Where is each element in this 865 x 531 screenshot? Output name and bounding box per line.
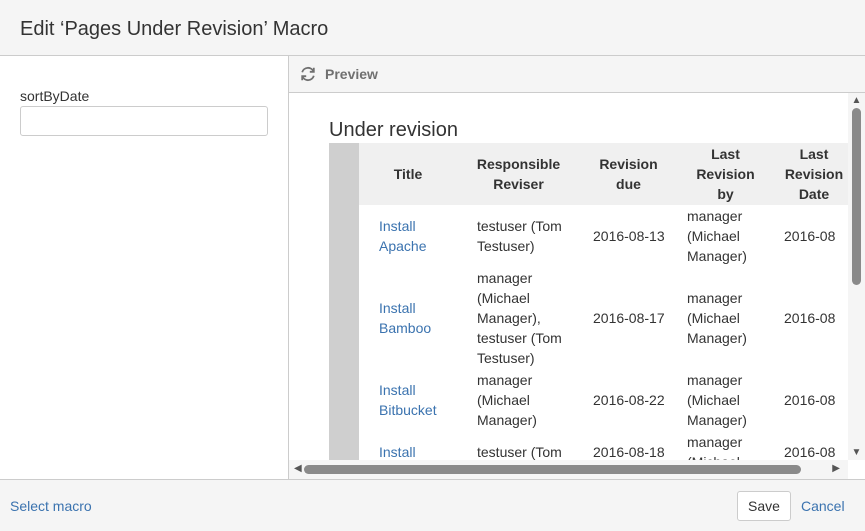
scroll-up-icon[interactable]: ▲ <box>851 95 862 106</box>
revision-due-cell: 2016-08-17 <box>593 310 665 326</box>
save-button[interactable]: Save <box>737 491 791 521</box>
table-row: Install testuser (Tom 2016-08-18 manager… <box>359 431 848 460</box>
scroll-down-icon[interactable]: ▼ <box>851 447 862 458</box>
last-revision-date-cell: 2016-08 <box>784 310 836 326</box>
dialog-title: Edit ‘Pages Under Revision’ Macro <box>20 18 329 40</box>
dialog-footer: Select macro Save Cancel <box>0 479 865 531</box>
table-row: Install Bitbucket manager (Michael Manag… <box>359 369 848 431</box>
header-last-revision-by[interactable]: Last Revision by <box>677 143 774 205</box>
last-revision-date-cell: 2016-08 <box>784 392 836 408</box>
parameters-panel: sortByDate <box>0 56 289 479</box>
vertical-scroll-thumb[interactable] <box>852 108 861 285</box>
revision-table: Title Responsible Reviser Revision due L… <box>359 143 848 460</box>
horizontal-scroll-thumb[interactable] <box>304 465 801 474</box>
preview-bar: Preview <box>289 56 865 93</box>
preview-content: Under revision Title Responsible Reviser… <box>289 93 848 460</box>
revision-due-cell: 2016-08-22 <box>593 392 665 408</box>
cancel-link[interactable]: Cancel <box>801 498 845 514</box>
table-row: Install Bamboo manager (Michael Manager)… <box>359 267 848 369</box>
scroll-right-icon[interactable]: ▶ <box>832 463 840 474</box>
last-revision-date-cell: 2016-08 <box>784 228 836 244</box>
last-revision-date-cell: 2016-08 <box>784 444 836 460</box>
dialog-header: Edit ‘Pages Under Revision’ Macro <box>0 0 865 56</box>
preview-panel: Preview Under revision Title Responsible… <box>289 56 865 479</box>
vertical-scrollbar[interactable]: ▲ ▼ <box>848 93 865 460</box>
header-last-revision-date[interactable]: Last Revision Date <box>774 143 848 205</box>
sort-by-date-label: sortByDate <box>20 88 90 104</box>
page-link[interactable]: Install Bamboo <box>379 300 431 336</box>
under-revision-heading: Under revision <box>329 119 458 141</box>
revision-due-cell: 2016-08-18 <box>593 444 665 460</box>
header-responsible-reviser[interactable]: Responsible Reviser <box>457 143 580 205</box>
table-header-row: Title Responsible Reviser Revision due L… <box>359 143 848 205</box>
last-revision-by-cell: manager (Michael <box>687 434 743 460</box>
select-macro-link[interactable]: Select macro <box>10 498 92 514</box>
responsible-reviser-cell: manager (Michael Manager) <box>477 372 537 428</box>
last-revision-by-cell: manager (Michael Manager) <box>687 290 747 346</box>
sort-by-date-input[interactable] <box>20 106 268 136</box>
table-row: Install Apache testuser (Tom Testuser) 2… <box>359 205 848 267</box>
table-side-strip <box>329 143 359 460</box>
page-link[interactable]: Install <box>379 444 416 460</box>
scroll-left-icon[interactable]: ◀ <box>294 463 302 474</box>
preview-label: Preview <box>325 66 378 82</box>
horizontal-scrollbar[interactable]: ◀ ▶ <box>289 460 848 479</box>
revision-due-cell: 2016-08-13 <box>593 228 665 244</box>
refresh-icon[interactable] <box>299 65 317 83</box>
responsible-reviser-cell: manager (Michael Manager), testuser (Tom… <box>477 270 562 366</box>
responsible-reviser-cell: testuser (Tom <box>477 444 562 460</box>
page-link[interactable]: Install Bitbucket <box>379 382 437 418</box>
last-revision-by-cell: manager (Michael Manager) <box>687 208 747 264</box>
header-title[interactable]: Title <box>359 143 457 205</box>
last-revision-by-cell: manager (Michael Manager) <box>687 372 747 428</box>
header-revision-due[interactable]: Revision due <box>580 143 677 205</box>
responsible-reviser-cell: testuser (Tom Testuser) <box>477 218 562 254</box>
page-link[interactable]: Install Apache <box>379 218 426 254</box>
